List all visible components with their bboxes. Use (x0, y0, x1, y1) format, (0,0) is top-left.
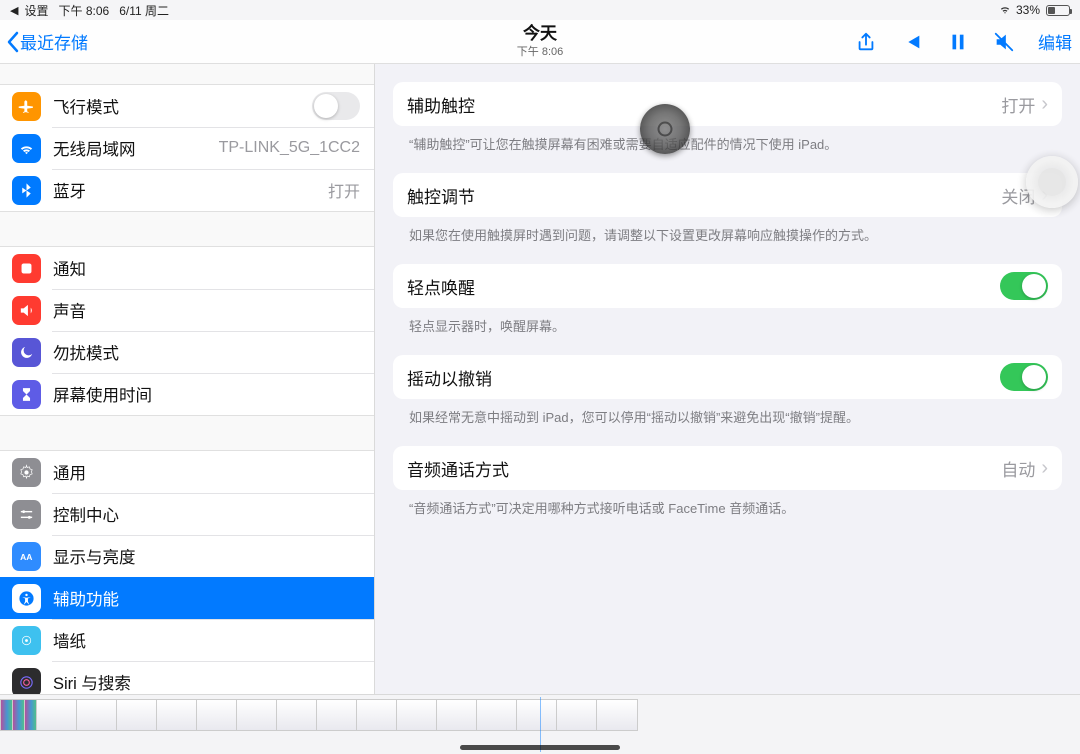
sidebar-item-label: 屏幕使用时间 (53, 382, 152, 406)
cell-touch-accommodations[interactable]: 触控调节 关闭 › (393, 173, 1062, 217)
chevron-left-icon (6, 31, 20, 53)
sidebar-item-display[interactable]: AA 显示与亮度 (0, 535, 374, 577)
footer-touch-accommodations: 如果您在使用触摸屏时遇到问题，请调整以下设置更改屏幕响应触摸操作的方式。 (393, 225, 1062, 264)
sidebar-item-bluetooth[interactable]: 蓝牙 打开 (0, 169, 374, 211)
accessibility-icon (12, 584, 41, 613)
hourglass-icon (12, 380, 41, 409)
sidebar-item-wifi[interactable]: 无线局域网 TP-LINK_5G_1CC2 (0, 127, 374, 169)
chevron-right-icon: › (1041, 94, 1048, 114)
wallpaper-icon (12, 626, 41, 655)
sidebar-item-label: 辅助功能 (53, 586, 119, 610)
nav-subtitle: 下午 8:06 (517, 43, 563, 59)
wifi-icon (998, 2, 1012, 19)
sidebar-group-general: 通用 控制中心 AA 显示与亮度 辅助功能 (0, 450, 374, 694)
sounds-icon (12, 296, 41, 325)
nav-back-button[interactable]: 最近存储 (6, 29, 88, 54)
sidebar-item-label: 通用 (53, 460, 86, 484)
cell-value: 自动 (1001, 456, 1035, 481)
cell-call-audio[interactable]: 音频通话方式 自动 › (393, 446, 1062, 490)
cell-value: 打开 (1001, 92, 1035, 117)
assistivetouch-floating-button[interactable] (640, 104, 690, 154)
sidebar-item-controlcenter[interactable]: 控制中心 (0, 493, 374, 535)
edit-button[interactable]: 编辑 (1038, 29, 1072, 54)
shake-to-undo-toggle[interactable] (1000, 363, 1048, 391)
sidebar-item-label: 声音 (53, 298, 86, 322)
footer-assistive-touch: “辅助触控”可让您在触摸屏幕有困难或需要自适应配件的情况下使用 iPad。 (393, 134, 1062, 173)
notifications-icon (12, 254, 41, 283)
status-back-to-app[interactable]: ◀ 设置 下午 8:06 6/11 周二 (10, 2, 169, 19)
footer-shake-to-undo: 如果经常无意中摇动到 iPad，您可以停用“摇动以撤销”来避免出现“撤销”提醒。 (393, 407, 1062, 446)
footer-call-audio: “音频通话方式”可决定用哪种方式接听电话或 FaceTime 音频通话。 (393, 498, 1062, 537)
status-time-label: 下午 8:06 (58, 2, 109, 19)
sidebar-item-general[interactable]: 通用 (0, 451, 374, 493)
sidebar-item-airplane[interactable]: 飞行模式 (0, 85, 374, 127)
airplane-icon (12, 92, 41, 121)
cell-label: 音频通话方式 (407, 456, 509, 481)
sidebar-group-notifications: 通知 声音 勿扰模式 屏幕使用时间 (0, 246, 374, 416)
sidebar-item-label: 控制中心 (53, 502, 119, 526)
chevron-left-icon: ◀ (10, 4, 18, 17)
sidebar-item-sounds[interactable]: 声音 (0, 289, 374, 331)
sidebar-item-wallpaper[interactable]: 墙纸 (0, 619, 374, 661)
nav-title: 今天 (517, 25, 563, 43)
detail-panel: 辅助触控 打开 › “辅助触控”可让您在触摸屏幕有困难或需要自适应配件的情况下使… (375, 64, 1080, 694)
moon-icon (12, 338, 41, 367)
sidebar-group-connectivity: 飞行模式 无线局域网 TP-LINK_5G_1CC2 蓝牙 打开 (0, 84, 374, 212)
cell-label: 轻点唤醒 (407, 274, 475, 299)
sidebar-item-screentime[interactable]: 屏幕使用时间 (0, 373, 374, 415)
mute-button[interactable] (992, 30, 1016, 54)
cell-tap-to-wake: 轻点唤醒 (393, 264, 1062, 308)
sidebar-item-label: 无线局域网 (53, 136, 136, 160)
status-bar: ◀ 设置 下午 8:06 6/11 周二 33% (0, 0, 1080, 20)
sliders-icon (12, 500, 41, 529)
previous-button[interactable] (900, 30, 924, 54)
bluetooth-status-value: 打开 (328, 178, 360, 202)
svg-text:AA: AA (20, 552, 32, 562)
pause-button[interactable] (946, 30, 970, 54)
cell-label: 触控调节 (407, 183, 475, 208)
battery-icon (1046, 5, 1070, 16)
cell-label: 摇动以撤销 (407, 365, 492, 390)
sidebar-item-label: Siri 与搜索 (53, 670, 131, 694)
wifi-icon (12, 134, 41, 163)
home-indicator[interactable] (460, 745, 620, 750)
nav-title-area: 今天 下午 8:06 (517, 25, 563, 59)
status-date-label: 6/11 周二 (119, 2, 169, 19)
status-back-app-label: 设置 (24, 2, 48, 19)
sidebar-item-notifications[interactable]: 通知 (0, 247, 374, 289)
nav-back-label: 最近存储 (20, 29, 88, 54)
share-button[interactable] (854, 30, 878, 54)
airplane-toggle[interactable] (312, 92, 360, 120)
screenshot-thumbnail-strip[interactable] (0, 694, 1080, 754)
wifi-network-value: TP-LINK_5G_1CC2 (219, 139, 360, 157)
sidebar-item-label: 蓝牙 (53, 178, 86, 202)
sidebar-item-accessibility[interactable]: 辅助功能 (0, 577, 374, 619)
sidebar-item-label: 显示与亮度 (53, 544, 136, 568)
display-icon: AA (12, 542, 41, 571)
sidebar-item-siri[interactable]: Siri 与搜索 (0, 661, 374, 694)
chevron-right-icon: › (1041, 458, 1048, 478)
settings-sidebar: 飞行模式 无线局域网 TP-LINK_5G_1CC2 蓝牙 打开 (0, 64, 375, 694)
sidebar-item-label: 勿扰模式 (53, 340, 119, 364)
cell-shake-to-undo: 摇动以撤销 (393, 355, 1062, 399)
sidebar-item-label: 通知 (53, 256, 86, 280)
footer-tap-to-wake: 轻点显示器时，唤醒屏幕。 (393, 316, 1062, 355)
sidebar-item-dnd[interactable]: 勿扰模式 (0, 331, 374, 373)
cell-label: 辅助触控 (407, 92, 475, 117)
sidebar-item-label: 飞行模式 (53, 94, 119, 118)
tap-to-wake-toggle[interactable] (1000, 272, 1048, 300)
assistivetouch-edge-button[interactable] (1026, 156, 1078, 208)
battery-percent-label: 33% (1016, 3, 1040, 17)
siri-icon (12, 668, 41, 695)
sidebar-item-label: 墙纸 (53, 628, 86, 652)
current-screenshot-marker (540, 697, 541, 752)
gear-icon (12, 458, 41, 487)
nav-bar: 最近存储 今天 下午 8:06 编辑 (0, 20, 1080, 64)
cell-assistive-touch[interactable]: 辅助触控 打开 › (393, 82, 1062, 126)
bluetooth-icon (12, 176, 41, 205)
